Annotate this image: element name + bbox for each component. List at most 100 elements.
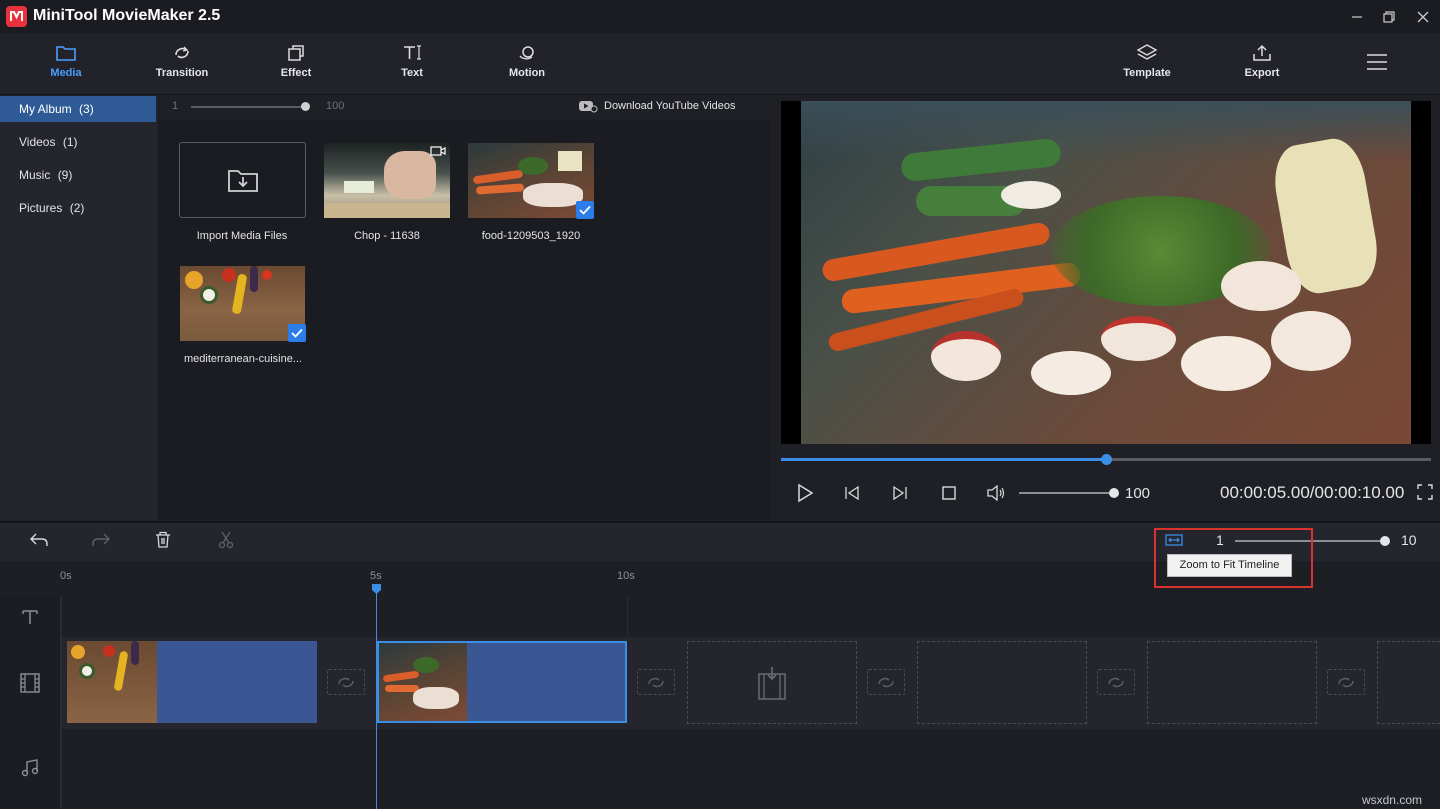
sidebar-item-label: Videos — [19, 135, 55, 149]
empty-clip-slot[interactable] — [687, 641, 857, 724]
previous-frame-icon — [843, 486, 861, 500]
play-button[interactable] — [791, 480, 817, 506]
tab-effect[interactable]: Effect — [251, 33, 341, 95]
transition-slot[interactable] — [1097, 669, 1135, 695]
delete-icon[interactable] — [155, 531, 171, 554]
transition-icon — [646, 675, 666, 689]
thumb-size-slider[interactable] — [191, 106, 306, 108]
fullscreen-icon[interactable] — [1417, 484, 1433, 505]
previous-frame-button[interactable] — [839, 480, 865, 506]
parsley-shape — [518, 157, 548, 175]
tab-text-label: Text — [401, 67, 423, 79]
sidebar-item-pictures[interactable]: Pictures (2) — [0, 195, 156, 221]
sidebar-item-count: (9) — [58, 168, 73, 182]
track-divider — [61, 597, 62, 809]
timeline-clip-mediterranean[interactable] — [67, 641, 317, 723]
ruler-tick-label: 0s — [60, 570, 72, 582]
stop-icon — [942, 486, 956, 500]
apple-slice-shape — [1031, 351, 1111, 395]
download-youtube-label: Download YouTube Videos — [604, 100, 736, 112]
pepper-shape — [114, 651, 129, 692]
media-label-chop: Chop - 11638 — [312, 230, 462, 242]
tab-transition[interactable]: Transition — [137, 33, 227, 95]
media-thumb-chop[interactable] — [324, 143, 450, 218]
selected-check-icon[interactable] — [288, 324, 306, 342]
fennel-shape — [558, 151, 582, 171]
next-frame-button[interactable] — [887, 480, 913, 506]
apple-slice-shape — [1181, 336, 1271, 391]
import-media-button[interactable] — [179, 142, 306, 218]
tab-effect-label: Effect — [281, 67, 312, 79]
transition-slot[interactable] — [867, 669, 905, 695]
apple-slice-shape — [1221, 261, 1301, 311]
empty-clip-slot[interactable] — [917, 641, 1087, 724]
selected-check-icon[interactable] — [576, 201, 594, 219]
eggplant-shape — [250, 266, 258, 292]
scissors-icon[interactable] — [218, 531, 234, 554]
app-window: MiniTool MovieMaker 2.5 Media Transition… — [0, 0, 1440, 809]
sidebar-item-music[interactable]: Music (9) — [0, 162, 156, 188]
volume-slider-knob[interactable] — [1109, 488, 1119, 498]
media-label-food: food-1209503_1920 — [456, 230, 606, 242]
next-frame-icon — [891, 486, 909, 500]
undo-icon[interactable] — [29, 532, 49, 553]
transition-slot[interactable] — [1327, 669, 1365, 695]
restore-icon[interactable] — [1372, 0, 1406, 33]
apple-slices-shape — [413, 687, 459, 709]
empty-clip-slot[interactable] — [1377, 641, 1440, 724]
video-camera-icon — [430, 146, 446, 156]
playhead-line[interactable] — [376, 590, 377, 809]
sidebar-item-my-album[interactable]: My Album (3) — [0, 96, 156, 122]
tab-motion[interactable]: Motion — [482, 33, 572, 95]
media-thumb-mediterranean[interactable] — [180, 266, 305, 341]
food-shape — [344, 181, 374, 193]
template-button[interactable]: Template — [1102, 33, 1192, 95]
text-icon — [401, 43, 423, 63]
transition-slot[interactable] — [327, 669, 365, 695]
zoom-tooltip: Zoom to Fit Timeline — [1167, 554, 1292, 577]
text-track-icon — [21, 608, 39, 631]
export-button[interactable]: Export — [1217, 33, 1307, 95]
carrot-shape — [383, 671, 420, 683]
bowl-shape — [200, 286, 218, 304]
tab-transition-label: Transition — [156, 67, 209, 79]
playback-progress-knob[interactable] — [1101, 454, 1112, 465]
text-track[interactable] — [0, 597, 1440, 637]
stop-button[interactable] — [936, 480, 962, 506]
sidebar-item-videos[interactable]: Videos (1) — [0, 129, 156, 155]
template-label: Template — [1123, 67, 1170, 79]
transition-icon — [171, 43, 193, 63]
timeline-clip-food[interactable] — [377, 641, 627, 723]
sidebar-item-label: Pictures — [19, 201, 62, 215]
speaker-icon — [986, 485, 1006, 501]
transition-slot[interactable] — [637, 669, 675, 695]
close-icon[interactable] — [1406, 0, 1440, 33]
video-preview[interactable] — [781, 101, 1431, 444]
sidebar-item-count: (2) — [70, 201, 85, 215]
tab-motion-label: Motion — [509, 67, 545, 79]
redo-icon[interactable] — [91, 532, 111, 553]
zoom-max-label: 10 — [1401, 532, 1417, 548]
download-youtube-button[interactable]: Download YouTube Videos — [578, 99, 736, 113]
timecode: 00:00:05.00/00:00:10.00 — [1220, 483, 1404, 503]
watermark-text: wsxdn.com — [1362, 793, 1422, 807]
add-media-icon — [758, 666, 786, 700]
volume-slider[interactable] — [1019, 492, 1114, 494]
upload-icon — [1251, 43, 1273, 63]
minimize-icon[interactable] — [1340, 0, 1374, 33]
tab-media-label: Media — [50, 67, 81, 79]
pepper-shape — [185, 271, 203, 289]
tab-text[interactable]: Text — [367, 33, 457, 95]
zoom-slider-knob[interactable] — [1380, 536, 1390, 546]
tab-media[interactable]: Media — [21, 33, 111, 95]
transition-icon — [1106, 675, 1126, 689]
preview-frame — [801, 101, 1411, 444]
empty-clip-slot[interactable] — [1147, 641, 1317, 724]
hamburger-menu-icon[interactable] — [1366, 52, 1388, 77]
cucumber-slice-shape — [1001, 181, 1061, 209]
music-track[interactable] — [0, 729, 1440, 809]
sidebar-item-count: (1) — [63, 135, 78, 149]
volume-button[interactable] — [983, 480, 1009, 506]
tomato-shape — [222, 268, 236, 282]
thumb-size-slider-knob[interactable] — [301, 102, 310, 111]
